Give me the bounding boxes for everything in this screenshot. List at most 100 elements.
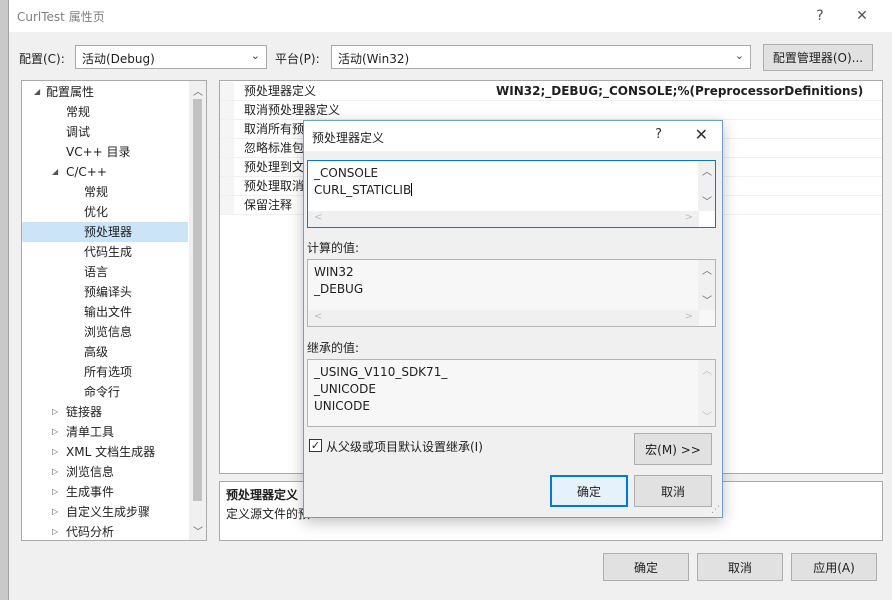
tree-item-label: 命令行: [84, 385, 121, 399]
tree-item-label: 所有选项: [84, 365, 133, 379]
tree-item[interactable]: 优化: [22, 202, 188, 222]
edit-vscroll[interactable]: ︿ ﹀: [698, 161, 715, 211]
property-name: 预处理取消: [244, 179, 305, 193]
tree-item[interactable]: 所有选项: [22, 362, 188, 382]
scroll-down-icon[interactable]: ﹀: [702, 193, 712, 208]
scroll-right-icon[interactable]: >: [685, 311, 693, 322]
tree-item-label: 代码分析: [66, 525, 115, 539]
property-name: 忽略标准包: [244, 141, 305, 155]
expand-arrow-icon[interactable]: ▷: [52, 522, 58, 540]
computed-hscroll[interactable]: < >: [308, 310, 699, 326]
computed-line: _DEBUG: [314, 282, 364, 296]
tree-item[interactable]: ◢ 配置属性: [22, 82, 188, 102]
tree-item[interactable]: 调试: [22, 122, 188, 142]
tree-item[interactable]: ▷ 代码分析: [22, 522, 188, 540]
expand-arrow-icon[interactable]: ▷: [52, 402, 58, 422]
window-titlebar: CurlTest 属性页 ? ✕: [9, 0, 892, 32]
tree-item[interactable]: 预编译头: [22, 282, 188, 302]
property-row[interactable]: 取消预处理器定义: [220, 101, 882, 120]
tree-item[interactable]: ▷ 链接器: [22, 402, 188, 422]
computed-values-box[interactable]: WIN32 _DEBUG ︿ ﹀ < >: [307, 259, 716, 327]
config-manager-button[interactable]: 配置管理器(O)...: [763, 44, 873, 71]
tree-item-label: 高级: [84, 345, 109, 359]
tree-item[interactable]: ▷ XML 文档生成器: [22, 442, 188, 462]
property-name: 取消预处理器定义: [244, 103, 341, 117]
tree-item[interactable]: ▷ 生成事件: [22, 482, 188, 502]
tree-scrollbar[interactable]: ︿ ﹀: [189, 81, 206, 540]
scroll-right-icon[interactable]: >: [685, 212, 693, 223]
expand-arrow-icon[interactable]: ▷: [52, 422, 58, 442]
tree-item[interactable]: ◢ C/C++: [22, 162, 188, 182]
inherited-line: _UNICODE: [314, 382, 376, 396]
tree-item[interactable]: 浏览信息: [22, 322, 188, 342]
tree-scroll-thumb[interactable]: [193, 99, 202, 501]
cancel-button[interactable]: 取消: [697, 553, 783, 581]
tree-item[interactable]: 高级: [22, 342, 188, 362]
dialog-ok-button[interactable]: 确定: [550, 475, 628, 507]
dialog-close-icon[interactable]: ✕: [695, 125, 708, 144]
tree-item[interactable]: ▷ 清单工具: [22, 422, 188, 442]
inherited-values-box[interactable]: _USING_V110_SDK71_ _UNICODE UNICODE ︿ ﹀: [307, 359, 716, 427]
tree-item-label: 代码生成: [84, 245, 133, 259]
inherit-checkbox[interactable]: ✓: [309, 439, 322, 452]
collapse-arrow-icon[interactable]: ◢: [52, 162, 58, 182]
definitions-edit-box[interactable]: _CONSOLE CURL_STATICLIB ︿ ﹀ < >: [307, 160, 716, 228]
tree-item-label: 优化: [84, 205, 109, 219]
inherited-vscroll[interactable]: ︿ ﹀: [698, 360, 715, 426]
scroll-down-icon[interactable]: ﹀: [702, 292, 712, 307]
inherit-checkbox-label[interactable]: 从父级或项目默认设置继承(I): [326, 438, 483, 455]
edit-hscroll[interactable]: < >: [308, 211, 699, 227]
tree-item[interactable]: 代码生成: [22, 242, 188, 262]
collapse-arrow-icon[interactable]: ◢: [34, 82, 40, 102]
inherited-lines: _USING_V110_SDK71_ _UNICODE UNICODE: [314, 364, 447, 415]
tree-item[interactable]: 预处理器: [22, 222, 188, 242]
computed-line: WIN32: [314, 265, 354, 279]
dialog-help-button[interactable]: ?: [655, 127, 662, 142]
tree-item[interactable]: 常规: [22, 182, 188, 202]
platform-combo[interactable]: 活动(Win32) ⌄: [331, 45, 751, 69]
apply-button[interactable]: 应用(A): [791, 553, 877, 581]
tree-item[interactable]: 常规: [22, 102, 188, 122]
scroll-down-icon[interactable]: ﹀: [193, 523, 203, 538]
scroll-down-icon[interactable]: ﹀: [702, 408, 712, 423]
scroll-left-icon[interactable]: <: [314, 311, 322, 322]
expand-arrow-icon[interactable]: ▷: [52, 502, 58, 522]
expand-arrow-icon[interactable]: ▷: [52, 482, 58, 502]
scroll-up-icon[interactable]: ︿: [193, 83, 203, 98]
tree-item[interactable]: VC++ 目录: [22, 142, 188, 162]
tree-item[interactable]: 语言: [22, 262, 188, 282]
tree-item[interactable]: 输出文件: [22, 302, 188, 322]
dialog-titlebar: 预处理器定义 ? ✕: [304, 121, 722, 151]
close-button[interactable]: ✕: [840, 0, 884, 32]
tree-item[interactable]: ▷ 浏览信息: [22, 462, 188, 482]
dialog-cancel-button[interactable]: 取消: [634, 475, 712, 507]
tree-item-label: 调试: [66, 125, 91, 139]
macro-button[interactable]: 宏(M) >>: [634, 433, 712, 465]
scroll-up-icon[interactable]: ︿: [702, 163, 712, 178]
checkmark-icon: ✓: [310, 439, 321, 452]
scroll-up-icon[interactable]: ︿: [702, 262, 712, 277]
row-gutter: [220, 139, 234, 157]
ok-button[interactable]: 确定: [603, 553, 689, 581]
preprocessor-definitions-dialog: 预处理器定义 ? ✕ _CONSOLE CURL_STATICLIB ︿ ﹀ <…: [303, 120, 723, 518]
row-gutter: [220, 158, 234, 176]
tree-item[interactable]: 命令行: [22, 382, 188, 402]
computed-vscroll[interactable]: ︿ ﹀: [698, 260, 715, 310]
property-name: 取消所有预: [244, 122, 305, 136]
category-tree[interactable]: ◢ 配置属性 常规 调试 VC++ 目录 ◢ C/C++ 常规 优化 预处理器 代码生成 语言 预编译头…: [21, 80, 207, 541]
tree-item-label: 清单工具: [66, 425, 115, 439]
platform-label: 平台(P):: [275, 52, 320, 66]
property-name: 预处理到文: [244, 160, 305, 174]
resize-grip-icon[interactable]: ⋰: [711, 505, 720, 515]
expand-arrow-icon[interactable]: ▷: [52, 442, 58, 462]
expand-arrow-icon[interactable]: ▷: [52, 462, 58, 482]
config-combo-value: 活动(Debug): [82, 52, 155, 66]
help-button[interactable]: ?: [798, 0, 842, 32]
tree-item[interactable]: ▷ 自定义生成步骤: [22, 502, 188, 522]
config-label: 配置(C):: [19, 52, 65, 66]
scroll-left-icon[interactable]: <: [314, 212, 322, 223]
scroll-up-icon[interactable]: ︿: [702, 362, 712, 377]
config-combo[interactable]: 活动(Debug) ⌄: [75, 45, 267, 69]
tree-item-label: 输出文件: [84, 305, 133, 319]
property-row[interactable]: 预处理器定义 WIN32;_DEBUG;_CONSOLE;%(Preprocess…: [220, 82, 882, 101]
